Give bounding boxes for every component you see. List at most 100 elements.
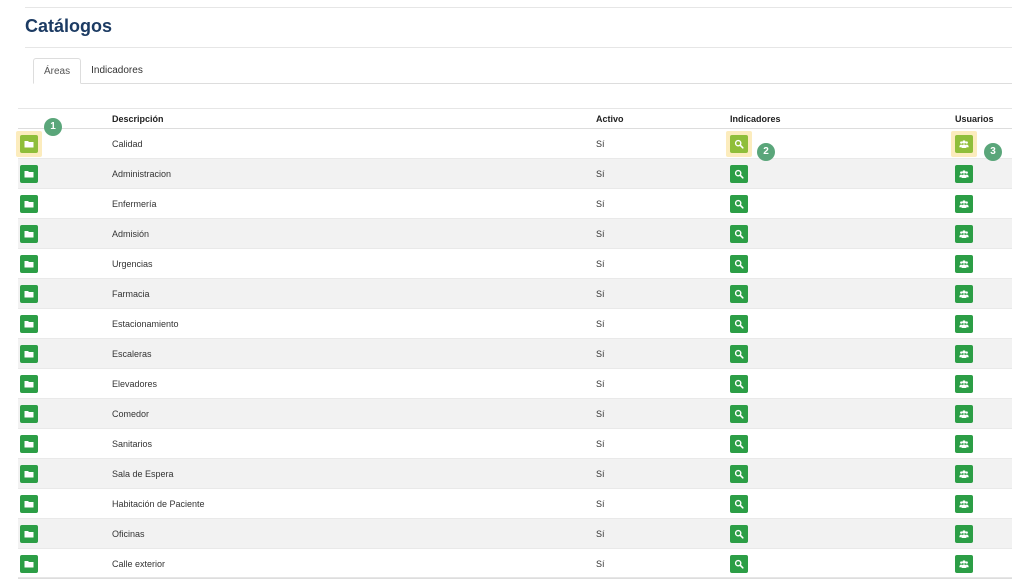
view-indicators-button[interactable] <box>730 284 748 303</box>
area-active: Sí <box>596 188 730 219</box>
view-indicators-button[interactable] <box>730 254 748 273</box>
open-area-button[interactable] <box>20 464 38 483</box>
view-indicators-button[interactable] <box>730 524 748 543</box>
users-button-wrap <box>951 130 977 157</box>
search-icon <box>734 289 744 299</box>
view-users-button[interactable] <box>955 134 973 153</box>
view-indicators-button[interactable] <box>730 314 748 333</box>
table-row: Estacionamiento Sí <box>18 308 1012 339</box>
users-icon <box>959 319 969 329</box>
area-description: Oficinas <box>112 518 596 549</box>
table-row: Admisión Sí <box>18 218 1012 249</box>
folder-button-wrap <box>20 344 38 363</box>
area-description: Administracion <box>112 158 596 189</box>
area-description: Farmacia <box>112 278 596 309</box>
view-indicators-button[interactable] <box>730 404 748 423</box>
search-icon <box>734 139 744 149</box>
open-area-button[interactable] <box>20 314 38 333</box>
search-icon <box>734 319 744 329</box>
view-indicators-button[interactable] <box>730 494 748 513</box>
open-area-button[interactable] <box>20 344 38 363</box>
users-button-wrap <box>955 224 973 243</box>
view-users-button[interactable] <box>955 524 973 543</box>
view-indicators-button[interactable] <box>730 374 748 393</box>
tab-areas[interactable]: Áreas <box>33 58 82 84</box>
open-area-button[interactable] <box>20 554 38 573</box>
open-area-button[interactable] <box>20 134 38 153</box>
view-indicators-button[interactable] <box>730 464 748 483</box>
view-users-button[interactable] <box>955 194 973 213</box>
users-icon <box>959 199 969 209</box>
users-icon <box>959 379 969 389</box>
area-description: Calidad <box>112 128 596 159</box>
tab-bar: Áreas Indicadores <box>33 58 1012 84</box>
folder-button-wrap <box>20 314 38 333</box>
area-active: Sí <box>596 488 730 519</box>
users-button-wrap <box>955 434 973 453</box>
view-users-button[interactable] <box>955 164 973 183</box>
open-area-button[interactable] <box>20 164 38 183</box>
open-area-button[interactable] <box>20 254 38 273</box>
open-area-button[interactable] <box>20 374 38 393</box>
open-area-button[interactable] <box>20 494 38 513</box>
search-icon <box>734 499 744 509</box>
area-active: Sí <box>596 368 730 399</box>
view-indicators-button[interactable] <box>730 344 748 363</box>
users-button-wrap <box>955 554 973 573</box>
view-users-button[interactable] <box>955 314 973 333</box>
search-icon <box>734 529 744 539</box>
view-indicators-button[interactable] <box>730 224 748 243</box>
folder-icon <box>24 229 34 239</box>
area-description: Admisión <box>112 218 596 249</box>
folder-icon <box>24 529 34 539</box>
open-area-button[interactable] <box>20 284 38 303</box>
view-users-button[interactable] <box>955 344 973 363</box>
view-users-button[interactable] <box>955 434 973 453</box>
view-users-button[interactable] <box>955 254 973 273</box>
users-button-wrap <box>955 314 973 333</box>
view-users-button[interactable] <box>955 464 973 483</box>
table-body: Calidad Sí Administracion Sí Enfermería Sí Adm… <box>16 128 1012 579</box>
view-users-button[interactable] <box>955 284 973 303</box>
open-area-button[interactable] <box>20 404 38 423</box>
search-icon <box>734 349 744 359</box>
folder-icon <box>24 349 34 359</box>
view-users-button[interactable] <box>955 404 973 423</box>
search-icon <box>734 409 744 419</box>
indicators-button-wrap <box>730 224 748 243</box>
users-button-wrap <box>955 194 973 213</box>
indicators-button-wrap <box>730 434 748 453</box>
indicators-button-wrap <box>730 194 748 213</box>
view-users-button[interactable] <box>955 554 973 573</box>
view-users-button[interactable] <box>955 494 973 513</box>
open-area-button[interactable] <box>20 194 38 213</box>
folder-button-wrap <box>20 284 38 303</box>
view-indicators-button[interactable] <box>730 134 748 153</box>
view-indicators-button[interactable] <box>730 164 748 183</box>
table-row: Habitación de Paciente Sí <box>18 488 1012 519</box>
open-area-button[interactable] <box>20 524 38 543</box>
folder-icon <box>24 439 34 449</box>
view-indicators-button[interactable] <box>730 554 748 573</box>
view-users-button[interactable] <box>955 224 973 243</box>
areas-table-container: Descripción Activo Indicadores Usuarios … <box>16 108 1012 579</box>
users-button-wrap <box>955 494 973 513</box>
open-area-button[interactable] <box>20 434 38 453</box>
view-users-button[interactable] <box>955 374 973 393</box>
area-description: Elevadores <box>112 368 596 399</box>
header-folder <box>18 108 112 129</box>
users-icon <box>959 229 969 239</box>
header-description: Descripción <box>112 108 596 129</box>
search-icon <box>734 259 744 269</box>
view-indicators-button[interactable] <box>730 194 748 213</box>
folder-icon <box>24 499 34 509</box>
folder-icon <box>24 259 34 269</box>
folder-icon <box>24 469 34 479</box>
tab-indicadores[interactable]: Indicadores <box>81 58 153 83</box>
open-area-button[interactable] <box>20 224 38 243</box>
users-button-wrap <box>955 374 973 393</box>
users-icon <box>959 559 969 569</box>
area-description: Escaleras <box>112 338 596 369</box>
users-button-wrap <box>955 344 973 363</box>
view-indicators-button[interactable] <box>730 434 748 453</box>
